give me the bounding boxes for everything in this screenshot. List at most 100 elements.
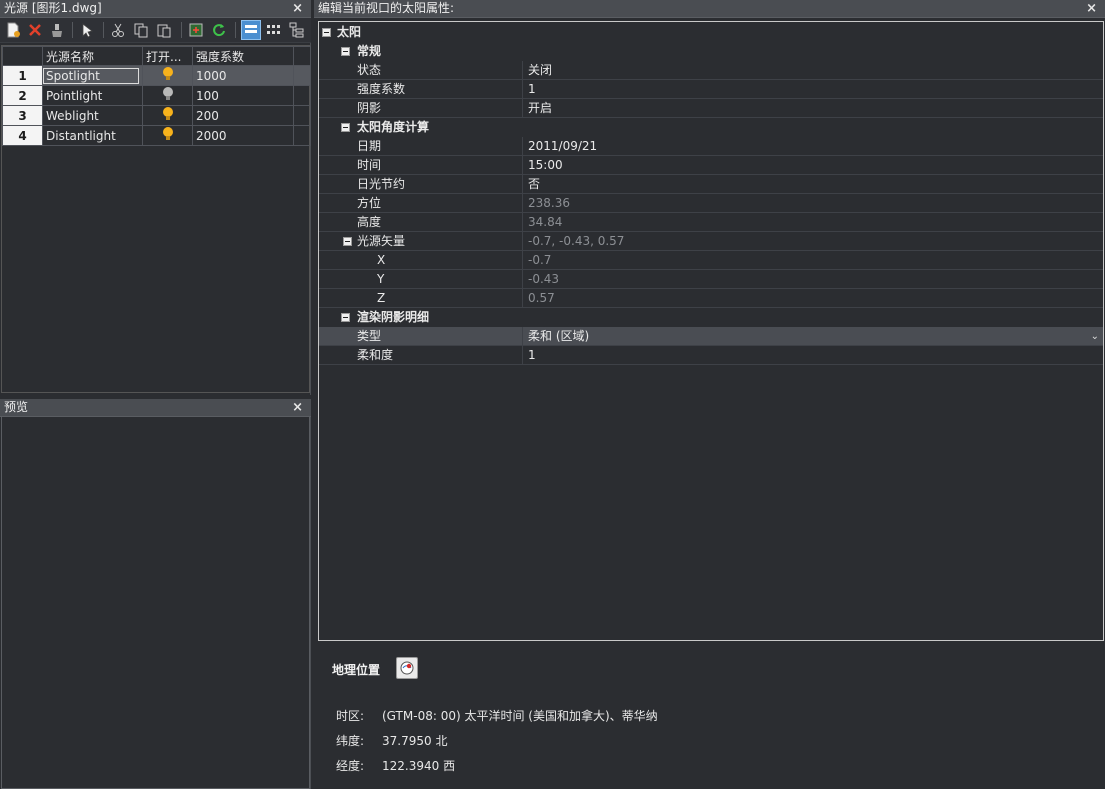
tree-view-icon	[289, 22, 304, 38]
bulb-off-icon[interactable]	[162, 86, 174, 102]
column-header-intensity[interactable]: 强度系数	[192, 46, 294, 66]
refresh-button[interactable]	[209, 20, 229, 40]
property-label: 光源矢量	[357, 234, 406, 248]
grid-corner[interactable]	[2, 46, 43, 66]
property-value[interactable]: 2011/09/21	[523, 137, 1103, 156]
lights-grid-header: 光源名称 打开... 强度系数	[2, 46, 311, 66]
collapse-icon[interactable]	[343, 237, 352, 246]
latitude-label: 纬度:	[336, 734, 365, 748]
delete-light-button[interactable]	[25, 20, 45, 40]
light-intensity-cell[interactable]: 1000	[192, 65, 294, 86]
close-icon[interactable]: ×	[1086, 0, 1097, 17]
copy-button[interactable]	[131, 20, 151, 40]
category-sun-angle[interactable]: 太阳角度计算	[319, 118, 1103, 137]
property-time[interactable]: 时间 15:00	[319, 156, 1103, 175]
property-vector-y: Y -0.43	[319, 270, 1103, 289]
property-grid: 太阳 常规 状态 关闭 强度系数 1 阴影 开启 太阳角度计算 日期 2011/…	[318, 21, 1104, 641]
brush-icon	[52, 24, 62, 37]
light-name-cell[interactable]: Pointlight	[42, 85, 143, 106]
collapse-icon[interactable]	[322, 28, 331, 37]
light-intensity-cell[interactable]: 100	[192, 85, 294, 106]
property-intensity[interactable]: 强度系数 1	[319, 80, 1103, 99]
geo-title: 地理位置	[332, 663, 381, 677]
collapse-icon[interactable]	[341, 313, 350, 322]
preview-panel-title: 预览 ×	[0, 399, 311, 417]
bulb-on-icon[interactable]	[162, 106, 174, 122]
new-light-button[interactable]	[3, 20, 23, 40]
insert-button[interactable]	[186, 20, 206, 40]
category-shadow-detail[interactable]: 渲染阴影明细	[319, 308, 1103, 327]
select-button[interactable]	[78, 20, 98, 40]
property-daylight-saving[interactable]: 日光节约 否	[319, 175, 1103, 194]
light-name-cell[interactable]: Spotlight	[42, 65, 143, 86]
bulb-on-icon[interactable]	[162, 126, 174, 142]
shadow-type-select[interactable]: 柔和 (区域)	[523, 327, 1103, 346]
property-value[interactable]: 15:00	[523, 156, 1103, 175]
table-row[interactable]: 2 Pointlight 100	[2, 85, 311, 106]
bulb-on-icon[interactable]	[162, 66, 174, 82]
sun-properties-panel: 编辑当前视口的太阳属性: × 太阳 常规 状态 关闭 强度系数 1 阴影 开启	[314, 0, 1105, 789]
property-date[interactable]: 日期 2011/09/21	[319, 137, 1103, 156]
light-on-cell[interactable]	[142, 85, 193, 106]
category-label: 渲染阴影明细	[357, 310, 430, 324]
property-value[interactable]: 关闭	[523, 61, 1103, 80]
insert-icon	[189, 23, 203, 37]
light-intensity-cell[interactable]: 2000	[192, 125, 294, 146]
column-header-name[interactable]: 光源名称	[42, 46, 143, 66]
chevron-down-icon[interactable]: ⌄	[1091, 327, 1099, 346]
row-number: 2	[2, 85, 43, 106]
light-on-cell[interactable]	[142, 65, 193, 86]
property-softness[interactable]: 柔和度 1	[319, 346, 1103, 365]
sun-panel-title: 编辑当前视口的太阳属性: ×	[314, 0, 1105, 18]
table-row[interactable]: 4 Distantlight 2000	[2, 125, 311, 146]
property-value[interactable]: 1	[523, 346, 1103, 365]
scissors-icon	[112, 23, 124, 37]
delete-icon	[29, 24, 41, 36]
paste-icon	[157, 24, 171, 38]
property-shadow-type[interactable]: 类型 柔和 (区域) ⌄	[319, 327, 1103, 346]
property-label: 高度	[357, 215, 382, 229]
view-small-grid-button[interactable]	[264, 20, 284, 40]
light-name-editor[interactable]: Spotlight	[43, 67, 139, 84]
light-intensity-cell[interactable]: 200	[192, 105, 294, 126]
light-on-cell[interactable]	[142, 105, 193, 126]
property-value[interactable]: 开启	[523, 99, 1103, 118]
property-status[interactable]: 状态 关闭	[319, 61, 1103, 80]
close-icon[interactable]: ×	[292, 399, 303, 416]
light-name-cell[interactable]: Weblight	[42, 105, 143, 126]
property-value: -0.7, -0.43, 0.57	[528, 234, 625, 248]
property-light-vector[interactable]: 光源矢量 -0.7, -0.43, 0.57	[319, 232, 1103, 251]
view-tree-button[interactable]	[287, 20, 307, 40]
lights-grid: 光源名称 打开... 强度系数 1 Spotlight 1000 2 Point…	[1, 45, 311, 393]
lights-panel-title: 光源 [图形1.dwg] ×	[0, 0, 311, 18]
category-general[interactable]: 常规	[319, 42, 1103, 61]
paste-button[interactable]	[154, 20, 174, 40]
column-header-on[interactable]: 打开...	[142, 46, 193, 66]
row-filler	[293, 105, 311, 126]
grid-small-icon	[267, 25, 280, 34]
collapse-icon[interactable]	[341, 123, 350, 132]
light-name-cell[interactable]: Distantlight	[42, 125, 143, 146]
light-on-cell[interactable]	[142, 125, 193, 146]
category-label: 太阳	[337, 25, 362, 39]
property-label: 状态	[357, 63, 382, 77]
property-label: Y	[377, 272, 385, 286]
longitude-label: 经度:	[336, 759, 365, 773]
category-sun[interactable]: 太阳	[319, 23, 1103, 42]
cut-button[interactable]	[108, 20, 128, 40]
close-icon[interactable]: ×	[292, 0, 303, 17]
row-number: 4	[2, 125, 43, 146]
geo-location-button[interactable]	[396, 657, 418, 679]
table-row[interactable]: 3 Weblight 200	[2, 105, 311, 126]
property-label: 日光节约	[357, 177, 406, 191]
view-large-grid-button[interactable]	[241, 20, 261, 40]
light-brush-button[interactable]	[47, 20, 67, 40]
property-value[interactable]: 1	[523, 80, 1103, 99]
property-value[interactable]: 否	[523, 175, 1103, 194]
property-vector-z: Z 0.57	[319, 289, 1103, 308]
geo-timezone: 时区: (GTM-08: 00) 太平洋时间 (美国和加拿大)、蒂华纳	[336, 707, 658, 724]
property-shadow[interactable]: 阴影 开启	[319, 99, 1103, 118]
collapse-icon[interactable]	[341, 47, 350, 56]
preview-panel-title-text: 预览	[4, 400, 29, 414]
table-row[interactable]: 1 Spotlight 1000	[2, 65, 311, 86]
